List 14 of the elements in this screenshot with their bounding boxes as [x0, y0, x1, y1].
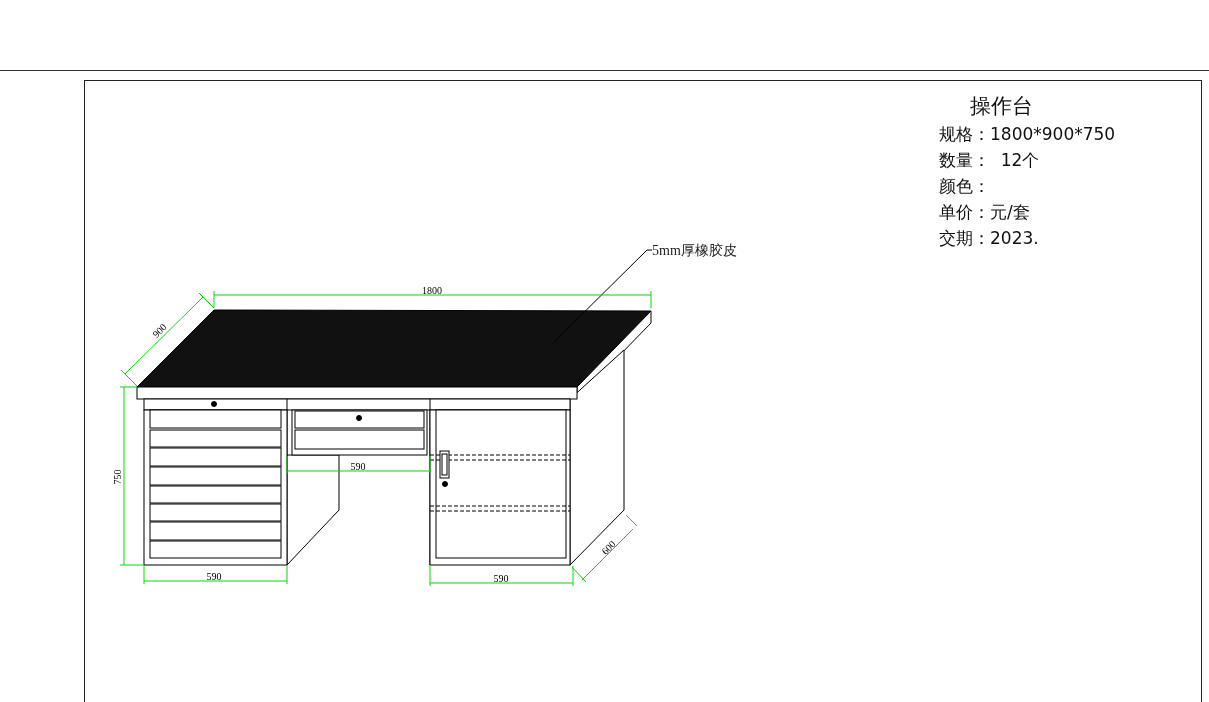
callout-label: 5mm厚橡胶皮 [652, 243, 737, 258]
dimension-label: 590 [206, 571, 222, 582]
dimension-label: 750 [112, 469, 123, 485]
spec-line: 颜色： [939, 175, 991, 198]
dimension-label: 900 [150, 321, 169, 340]
spec-line: 交期：2023. [939, 227, 1040, 250]
spec-line: 单价：元/套 [939, 201, 1031, 224]
drawing-title: 操作台 [970, 93, 1034, 120]
dimension-label: 590 [350, 461, 366, 472]
dimension-label: 590 [493, 573, 509, 584]
spec-line: 规格：1800*900*750 [939, 123, 1116, 146]
dimension-label: 1800 [422, 285, 442, 296]
dimension-label: 600 [599, 538, 618, 557]
spec-line: 数量： 12个 [939, 149, 1041, 172]
